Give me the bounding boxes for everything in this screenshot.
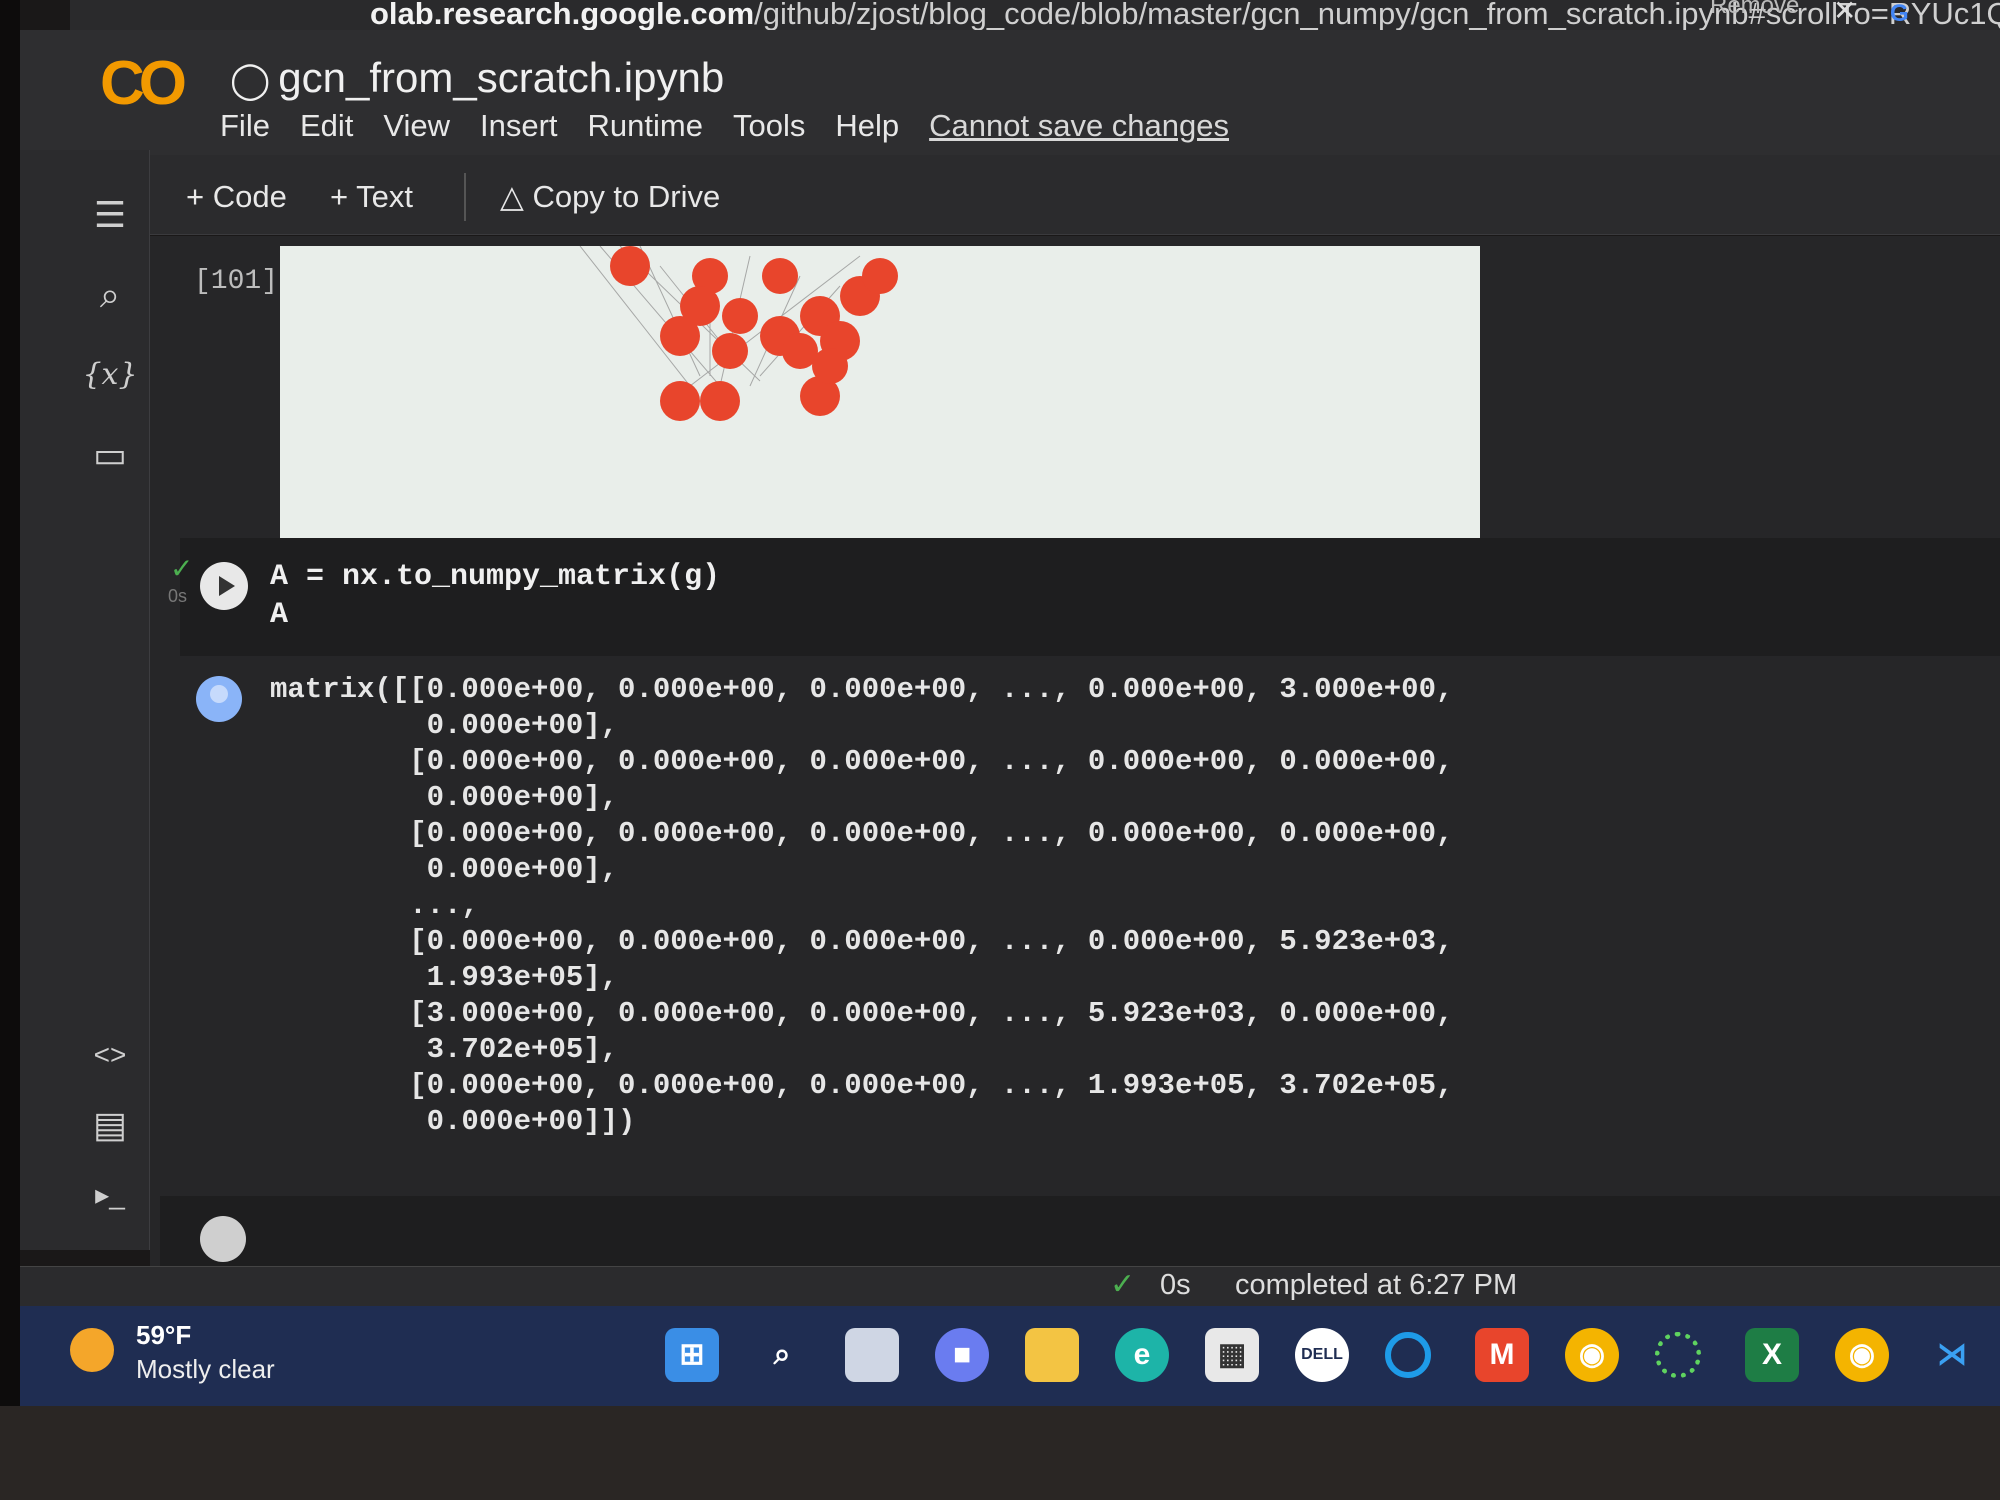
colab-logo[interactable]: CO xyxy=(100,48,187,119)
google-icon: G xyxy=(1890,0,1909,27)
network-graph xyxy=(579,246,898,421)
excel-icon[interactable]: X xyxy=(1745,1328,1799,1382)
run-cell-button[interactable] xyxy=(200,562,248,610)
notebook-title[interactable]: ◯ gcn_from_scratch.ipynb xyxy=(230,54,724,102)
variables-icon[interactable]: {x} xyxy=(80,350,140,400)
execution-count: [101] xyxy=(194,266,279,297)
edge-icon[interactable]: e xyxy=(1115,1328,1169,1382)
menu-file[interactable]: File xyxy=(220,108,270,144)
dell-icon[interactable]: DELL xyxy=(1295,1328,1349,1382)
copy-to-drive-button[interactable]: △ Copy to Drive xyxy=(500,179,720,215)
chrome-icon[interactable]: ◉ xyxy=(1565,1328,1619,1382)
menu-edit[interactable]: Edit xyxy=(300,108,353,144)
search-icon[interactable]: ⌕ xyxy=(80,270,140,320)
command-palette-icon[interactable]: ▤ xyxy=(80,1100,140,1150)
tab-remove-label[interactable]: Remove xyxy=(1710,0,1799,20)
graph-nodes xyxy=(610,246,898,421)
notebook-toolbar: + Code + Text △ Copy to Drive xyxy=(150,155,2000,235)
graph-plot-output xyxy=(280,246,1480,546)
toolbar-divider xyxy=(464,173,466,221)
menu-bar: File Edit View Insert Runtime Tools Help… xyxy=(220,108,1229,144)
menu-runtime[interactable]: Runtime xyxy=(588,108,703,144)
start-icon[interactable]: ⊞ xyxy=(665,1328,719,1382)
code-cell[interactable]: ✓ 0s A = nx.to_numpy_matrix(g) A xyxy=(168,538,2000,656)
loading-icon[interactable] xyxy=(1655,1332,1701,1378)
code-editor[interactable]: A = nx.to_numpy_matrix(g) A xyxy=(270,558,720,634)
address-bar[interactable]: olab.research.google.com/github/zjost/bl… xyxy=(70,0,2000,30)
menu-help[interactable]: Help xyxy=(835,108,899,144)
weather-desc[interactable]: Mostly clear xyxy=(136,1354,275,1385)
mcafee-icon[interactable]: M xyxy=(1475,1328,1529,1382)
zoom-icon[interactable]: ■ xyxy=(935,1328,989,1382)
drive-icon: △ xyxy=(500,179,533,214)
notebook-area: [101] ✓ 0s A = nx.to_numpy_matrix(g) A m… xyxy=(150,236,2000,1266)
tab-greedy-mod[interactable]: G greedy_mod xyxy=(1890,0,2000,30)
menu-tools[interactable]: Tools xyxy=(733,108,805,144)
terminal-icon[interactable]: ▸_ xyxy=(80,1170,140,1220)
code-snippets-icon[interactable]: <> xyxy=(80,1030,140,1080)
colab-header: CO ◯ gcn_from_scratch.ipynb File Edit Vie… xyxy=(20,30,2000,155)
check-icon: ✓ xyxy=(170,553,194,584)
menu-insert[interactable]: Insert xyxy=(480,108,558,144)
file-explorer-icon[interactable] xyxy=(1025,1328,1079,1382)
table-of-contents-icon[interactable]: ☰ xyxy=(80,190,140,240)
weather-moon-icon[interactable] xyxy=(70,1328,114,1372)
windows-taskbar: 59°F Mostly clear ⊞ ⌕ ■ e ▦ DELL M ◉ X ◉… xyxy=(20,1306,2000,1406)
status-time: 0s xyxy=(1160,1269,1191,1301)
run-cell-button-next[interactable] xyxy=(200,1216,246,1262)
cell-output: matrix([[0.000e+00, 0.000e+00, 0.000e+00… xyxy=(270,673,1454,1138)
search-taskbar-icon[interactable]: ⌕ xyxy=(755,1328,809,1382)
folder-icon[interactable]: ▭ xyxy=(80,430,140,480)
output-icon[interactable] xyxy=(196,676,242,722)
add-text-button[interactable]: + Text xyxy=(330,179,413,215)
left-sidebar: ☰ ⌕ {x} ▭ <> ▤ ▸_ xyxy=(20,150,150,1250)
cell-runtime: 0s xyxy=(168,586,188,606)
vscode-icon[interactable]: ⋊ xyxy=(1925,1328,1979,1382)
cortana-icon[interactable] xyxy=(1385,1332,1431,1378)
task-view-icon[interactable] xyxy=(845,1328,899,1382)
cannot-save-link[interactable]: Cannot save changes xyxy=(929,108,1229,144)
close-tab-icon[interactable]: ✕ xyxy=(1833,0,1856,27)
store-icon[interactable]: ▦ xyxy=(1205,1328,1259,1382)
weather-temp[interactable]: 59°F xyxy=(136,1320,191,1351)
next-code-cell[interactable] xyxy=(160,1196,2000,1266)
status-check-icon: ✓ xyxy=(1110,1268,1136,1301)
screen-bezel-bottom xyxy=(0,1406,2000,1500)
chrome-profile-icon[interactable]: ◉ xyxy=(1835,1328,1889,1382)
menu-view[interactable]: View xyxy=(383,108,450,144)
add-code-button[interactable]: + Code xyxy=(186,179,287,215)
screen-bezel-left xyxy=(0,0,20,1500)
github-icon: ◯ xyxy=(230,59,271,100)
status-completed: completed at 6:27 PM xyxy=(1235,1269,1518,1301)
status-bar: ✓ 0s completed at 6:27 PM xyxy=(20,1266,2000,1306)
